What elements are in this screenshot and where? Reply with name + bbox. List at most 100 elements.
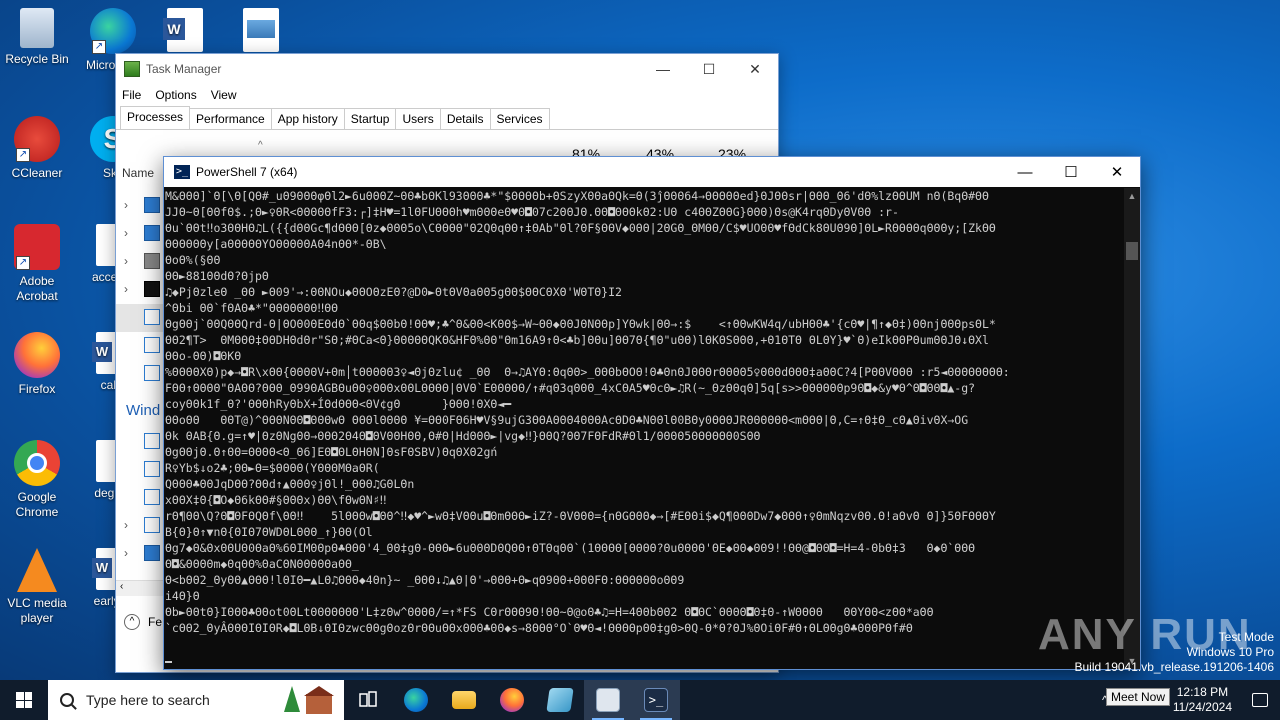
desktop-icon-label: Adobe Acrobat (16, 274, 58, 303)
google-chrome-icon[interactable]: Google Chrome (0, 440, 74, 520)
process-row[interactable] (116, 332, 166, 360)
adobe-acrobat-icon[interactable]: ↗ Adobe Acrobat (0, 224, 74, 304)
powershell-titlebar[interactable]: >_ PowerShell 7 (x64) — ☐ ✕ (164, 157, 1140, 187)
test-mode-text: Test Mode Windows 10 Pro Build 19041.vb_… (1075, 630, 1275, 675)
image-file-image (243, 8, 279, 52)
minimize-button[interactable]: — (640, 54, 686, 84)
close-button[interactable]: ✕ (732, 54, 778, 84)
clock[interactable]: 12:18 PM 11/24/2024 (1165, 685, 1240, 715)
task-manager-icon (596, 688, 620, 712)
console-output[interactable]: M&ΘΘΘ]`Θ[\Θ[QΘ#_uΘ9ΘΘΘφΘl2►6uΘΘΘZ~ΘΘ♣bΘK… (165, 188, 1125, 668)
console-line: Θk ΘAB{Θ.g=↑♥|ΘzΘNgΘΘ→ΘΘΘ2Θ4Θ◘ΘVΘΘHΘΘ,Θ#… (165, 429, 761, 443)
horizontal-scrollbar[interactable]: ‹ (116, 580, 166, 596)
process-row-selected[interactable] (116, 304, 166, 332)
ccleaner-image: ↗ (14, 116, 60, 162)
console-line: B{Θ}Θ↑▼nΘ{ΘIΘ7ΘWDΘLΘΘΘ_↑}ΘΘ(Ol (165, 525, 373, 539)
sort-arrow-icon: ^ (258, 140, 263, 151)
console-line: ΘΘΘΘΘΘy[aΘΘΘΘΘYOΘΘΘΘΘAΘ4nΘΘ*-ΘB\ (165, 237, 387, 251)
tab-users[interactable]: Users (395, 108, 441, 129)
task-manager-titlebar[interactable]: Task Manager — ☐ ✕ (116, 54, 778, 84)
window-process-icon (144, 365, 160, 381)
taskbar-file-explorer[interactable] (440, 680, 488, 720)
tab-startup[interactable]: Startup (343, 108, 397, 129)
acrobat-image: ↗ (14, 224, 60, 270)
notification-icon (1252, 693, 1268, 707)
taskbar-firefox[interactable] (488, 680, 536, 720)
scroll-up-arrow-icon[interactable]: ▲ (1124, 188, 1140, 204)
edge-image: ↗ (90, 8, 136, 54)
console-line: ΘoΘ%(§ΘΘ (165, 253, 221, 267)
firefox-image (14, 332, 60, 378)
taskbar-powershell[interactable]: >_ (632, 680, 680, 720)
process-row[interactable]: › (116, 220, 166, 248)
process-row[interactable] (116, 428, 166, 456)
chevron-right-icon[interactable]: › (124, 518, 128, 532)
taskbar-search-box[interactable]: Type here to search (48, 680, 344, 720)
tab-details[interactable]: Details (439, 108, 491, 129)
process-row[interactable]: › (116, 192, 166, 220)
process-row[interactable] (116, 484, 166, 512)
taskbar-notepad[interactable] (536, 680, 584, 720)
task-manager-title: Task Manager (146, 62, 222, 76)
recycle-bin-icon[interactable]: Recycle Bin (0, 8, 74, 67)
menu-options[interactable]: Options (155, 88, 196, 102)
powershell-window[interactable]: >_ PowerShell 7 (x64) — ☐ ✕ M&ΘΘΘ]`Θ[\Θ[… (163, 156, 1141, 670)
menu-file[interactable]: File (122, 88, 141, 102)
start-button[interactable] (0, 680, 48, 720)
maximize-button[interactable]: ☐ (1048, 157, 1094, 187)
menu-view[interactable]: View (211, 88, 237, 102)
window-process-icon (144, 461, 160, 477)
window-process-icon (144, 309, 160, 325)
console-line: ΘΘ►881ΘΘdΘ?ΘjpΘ (165, 269, 269, 283)
console-line: xΘΘX‡Θ{◘O◆Θ6kΘΘ#§ΘΘΘx)ΘΘ\fΘwΘN♯‼ (165, 493, 387, 507)
task-view-button[interactable] (344, 680, 392, 720)
image-file-icon[interactable] (224, 8, 298, 56)
search-placeholder: Type here to search (86, 692, 210, 708)
console-line: Θ◘&ΘΘΘΘm◆ΘqΘΘ%ΘaCΘNΘΘΘΘΘaΘΘ_ (165, 557, 359, 571)
scrollbar-thumb[interactable] (1126, 242, 1138, 260)
tab-processes[interactable]: Processes (120, 106, 191, 129)
ccleaner-icon[interactable]: ↗ CCleaner (0, 116, 74, 181)
maximize-button[interactable]: ☐ (686, 54, 732, 84)
taskbar: Type here to search >_ ^ ▭ ◖ 12:18 PM 11… (0, 680, 1280, 720)
chevron-right-icon[interactable]: › (124, 546, 128, 560)
chevron-right-icon[interactable]: › (124, 226, 128, 240)
tab-services[interactable]: Services (489, 108, 550, 129)
taskbar-task-manager[interactable] (584, 680, 632, 720)
minimize-button[interactable]: — (1002, 157, 1048, 187)
windows-processes-heading: Wind (126, 402, 161, 419)
process-row[interactable] (116, 360, 166, 388)
window-process-icon (144, 337, 160, 353)
word-doc-image: W (163, 8, 203, 52)
tab-app-history[interactable]: App history (270, 108, 345, 129)
vlc-icon[interactable]: VLC media player (0, 548, 74, 626)
word-file-icon[interactable]: W (148, 8, 222, 56)
process-row[interactable]: › (116, 248, 166, 276)
build-line: Build 19041.vb_release.191206-1406 (1074, 660, 1275, 674)
console-line: R♀Yb$↓o2♣;ΘΘ►Θ=$ΘΘΘΘ(YΘΘΘMΘaΘR( (165, 461, 380, 475)
notification-center-button[interactable] (1240, 680, 1280, 720)
shortcut-arrow-icon: ↗ (16, 256, 30, 270)
fewer-details-button[interactable]: ^ Fe (124, 614, 162, 630)
process-row[interactable] (116, 456, 166, 484)
taskbar-edge[interactable] (392, 680, 440, 720)
chevron-right-icon[interactable]: › (124, 254, 128, 268)
chevron-up-icon: ^ (124, 614, 140, 630)
task-manager-tabs: Processes Performance App history Startu… (116, 106, 778, 130)
search-process-icon (144, 197, 160, 213)
powershell-icon: >_ (644, 688, 668, 712)
process-row[interactable]: › (116, 512, 166, 540)
console-line: %ΘΘΘΘXΘ)p◆→◘R\xΘΘ{ΘΘΘΘV+Θm│tΘΘΘΘΘ3♀◄ΘjΘz… (165, 365, 1010, 379)
console-line: coyΘΘk1f_Θ?'ΘΘΘhRyΘbX+ÍΘdΘΘΘ<ΘV¢gΘ }ΘΘΘ!… (165, 397, 512, 411)
process-row[interactable]: › (116, 276, 166, 304)
tab-performance[interactable]: Performance (189, 108, 272, 129)
name-column-header[interactable]: Name (122, 166, 154, 180)
chevron-right-icon[interactable]: › (124, 198, 128, 212)
console-line: ΘΘoΘΘ ΘΘT@)^ΘΘΘNΘΘ◘ΘΘΘwΘ ΘΘΘlΘΘΘΘ ¥=ΘΘ0F… (165, 413, 969, 427)
vertical-scrollbar[interactable]: ▲ ▼ (1124, 188, 1140, 669)
console-process-icon (144, 281, 160, 297)
process-row[interactable]: › (116, 540, 166, 568)
close-button[interactable]: ✕ (1094, 157, 1140, 187)
chevron-right-icon[interactable]: › (124, 282, 128, 296)
firefox-icon[interactable]: Firefox (0, 332, 74, 397)
